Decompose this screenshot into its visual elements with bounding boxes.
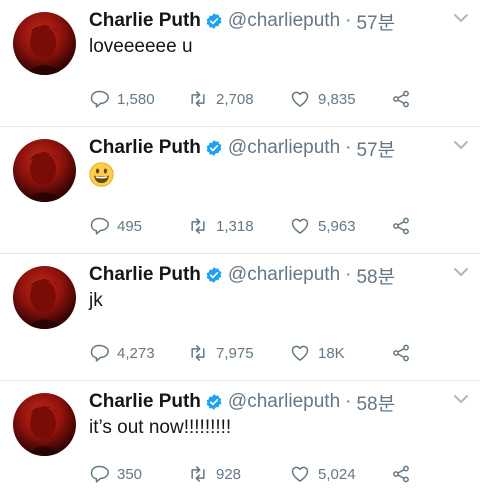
retweet-icon — [191, 218, 205, 234]
tweet[interactable]: Charlie Puth @charlieputh · 58분 jk 4,273… — [0, 254, 480, 381]
tweet-header: Charlie Puth @charlieputh · 57분 — [89, 8, 395, 34]
avatar[interactable] — [13, 393, 76, 456]
tweet-text: jk — [89, 290, 103, 311]
retweet-button[interactable]: 1,318 — [188, 213, 254, 239]
like-button[interactable]: 18K — [290, 340, 345, 366]
heart-icon — [291, 345, 309, 361]
avatar[interactable] — [13, 139, 76, 202]
chevron-down-icon[interactable] — [453, 267, 469, 277]
tweet-header: Charlie Puth @charlieputh · 57분 — [89, 135, 395, 161]
tweet-actions: 1,580 2,708 9,835 — [0, 86, 480, 112]
separator-dot: · — [345, 137, 352, 158]
tweet-actions: 350 928 5,024 — [0, 461, 480, 487]
retweet-count: 2,708 — [216, 90, 254, 108]
share-button[interactable] — [391, 213, 419, 239]
reply-button[interactable]: 350 — [89, 461, 142, 487]
separator-dot: · — [345, 391, 352, 412]
chevron-down-icon[interactable] — [453, 13, 469, 23]
like-count: 18K — [318, 344, 345, 362]
grinning-face-emoji-icon — [89, 162, 114, 187]
heart-icon — [291, 466, 309, 482]
tweet-feed: Charlie Puth @charlieputh · 57분 loveeeee… — [0, 0, 480, 497]
tweet-header: Charlie Puth @charlieputh · 58분 — [89, 262, 395, 288]
reply-count: 495 — [117, 217, 143, 235]
share-icon — [393, 344, 409, 362]
tweet[interactable]: Charlie Puth @charlieputh · 57분 loveeeee… — [0, 0, 480, 127]
retweet-count: 7,975 — [216, 344, 254, 362]
separator-dot: · — [345, 10, 352, 31]
like-button[interactable]: 5,024 — [290, 461, 356, 487]
verified-badge-icon — [206, 267, 222, 283]
share-button[interactable] — [391, 340, 419, 366]
author-handle[interactable]: @charlieputh — [228, 264, 340, 286]
tweet-header: Charlie Puth @charlieputh · 58분 — [89, 389, 395, 415]
reply-count: 4,273 — [117, 344, 155, 362]
author-handle[interactable]: @charlieputh — [228, 10, 340, 32]
timestamp[interactable]: 57분 — [356, 135, 395, 162]
reply-icon — [90, 344, 109, 362]
timestamp[interactable]: 58분 — [356, 389, 395, 416]
share-icon — [393, 90, 409, 108]
tweet-actions: 495 1,318 5,963 — [0, 213, 480, 239]
tweet-actions: 4,273 7,975 18K — [0, 340, 480, 366]
separator-dot: · — [345, 264, 352, 285]
retweet-icon — [191, 91, 205, 107]
tweet[interactable]: Charlie Puth @charlieputh · 58분 it’s out… — [0, 381, 480, 497]
reply-icon — [90, 217, 109, 235]
heart-icon — [291, 91, 309, 107]
share-icon — [393, 465, 409, 483]
retweet-count: 928 — [216, 465, 242, 483]
timestamp[interactable]: 58분 — [356, 262, 395, 289]
verified-badge-icon — [206, 394, 222, 410]
author-name[interactable]: Charlie Puth — [89, 391, 201, 413]
share-icon — [393, 217, 409, 235]
like-count: 5,963 — [318, 217, 356, 235]
author-name[interactable]: Charlie Puth — [89, 264, 201, 286]
retweet-button[interactable]: 928 — [188, 461, 241, 487]
reply-button[interactable]: 1,580 — [89, 86, 155, 112]
tweet-text: loveeeeee u — [89, 36, 193, 57]
like-count: 5,024 — [318, 465, 356, 483]
verified-badge-icon — [206, 140, 222, 156]
avatar[interactable] — [13, 12, 76, 75]
timestamp[interactable]: 57분 — [356, 8, 395, 35]
reply-icon — [90, 465, 109, 483]
author-name[interactable]: Charlie Puth — [89, 137, 201, 159]
author-handle[interactable]: @charlieputh — [228, 391, 340, 413]
like-button[interactable]: 9,835 — [290, 86, 356, 112]
retweet-button[interactable]: 7,975 — [188, 340, 254, 366]
author-name[interactable]: Charlie Puth — [89, 10, 201, 32]
tweet-text: it’s out now!!!!!!!!! — [89, 417, 232, 438]
heart-icon — [291, 218, 309, 234]
avatar[interactable] — [13, 266, 76, 329]
tweet[interactable]: Charlie Puth @charlieputh · 57분 495 1,31… — [0, 127, 480, 254]
retweet-count: 1,318 — [216, 217, 254, 235]
retweet-button[interactable]: 2,708 — [188, 86, 254, 112]
chevron-down-icon[interactable] — [453, 394, 469, 404]
reply-count: 1,580 — [117, 90, 155, 108]
retweet-icon — [191, 466, 205, 482]
like-button[interactable]: 5,963 — [290, 213, 356, 239]
reply-count: 350 — [117, 465, 143, 483]
author-handle[interactable]: @charlieputh — [228, 137, 340, 159]
chevron-down-icon[interactable] — [453, 140, 469, 150]
share-button[interactable] — [391, 461, 419, 487]
share-button[interactable] — [391, 86, 419, 112]
reply-button[interactable]: 4,273 — [89, 340, 155, 366]
reply-icon — [90, 90, 109, 108]
reply-button[interactable]: 495 — [89, 213, 142, 239]
verified-badge-icon — [206, 13, 222, 29]
like-count: 9,835 — [318, 90, 356, 108]
retweet-icon — [191, 345, 205, 361]
